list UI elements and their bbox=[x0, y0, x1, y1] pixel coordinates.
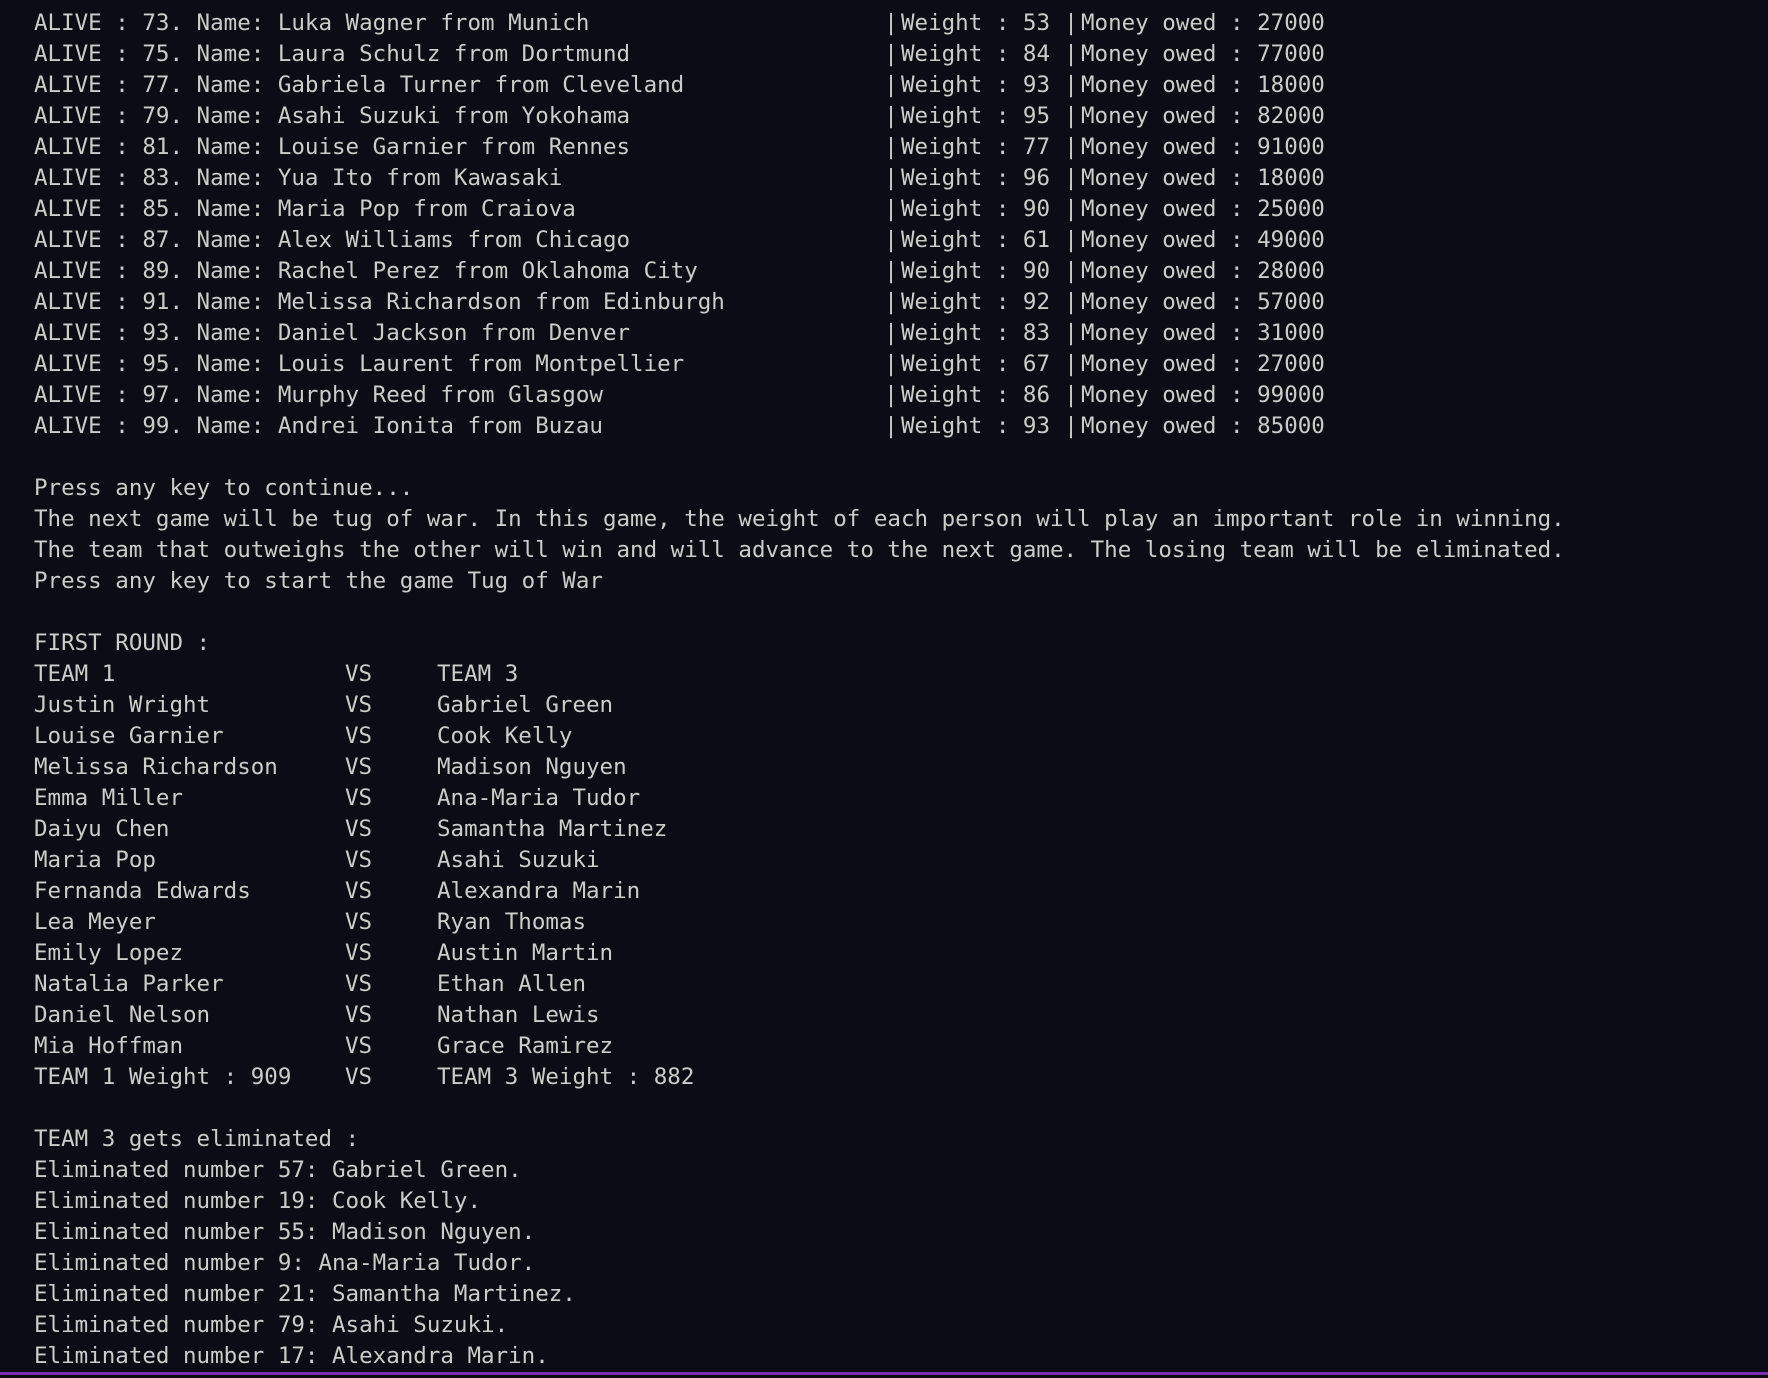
window-bottom-border bbox=[0, 1372, 1768, 1375]
matchup-row: Justin Wright VS Gabriel Green bbox=[34, 692, 614, 718]
alive-row: ALIVE : 83. Name: Yua Ito from Kawasaki |… bbox=[34, 165, 1325, 191]
matchup-row: Melissa Richardson VS Madison Nguyen bbox=[34, 754, 627, 780]
continue-prompt: Press any key to continue... bbox=[34, 475, 414, 501]
alive-row: ALIVE : 73. Name: Luka Wagner from Munic… bbox=[34, 10, 1325, 36]
matchup-row: Daniel Nelson VS Nathan Lewis bbox=[34, 1002, 600, 1028]
eliminated-entry: Eliminated number 9: Ana-Maria Tudor. bbox=[34, 1250, 536, 1276]
terminal-window[interactable]: ALIVE : 73. Name: Luka Wagner from Munic… bbox=[0, 0, 1768, 1375]
alive-row: ALIVE : 95. Name: Louis Laurent from Mon… bbox=[34, 351, 1325, 377]
alive-row: ALIVE : 75. Name: Laura Schulz from Dort… bbox=[34, 41, 1325, 67]
matchup-row: Fernanda Edwards VS Alexandra Marin bbox=[34, 878, 641, 904]
game-description: The next game will be tug of war. In thi… bbox=[34, 506, 1565, 532]
alive-row: ALIVE : 93. Name: Daniel Jackson from De… bbox=[34, 320, 1325, 346]
matchup-row: Emma Miller VS Ana-Maria Tudor bbox=[34, 785, 641, 811]
game-messages: Press any key to continue... The next ga… bbox=[34, 473, 1768, 597]
team-weight-row: TEAM 1 Weight : 909 VS TEAM 3 Weight : 882 bbox=[34, 1064, 695, 1090]
eliminated-entry: Eliminated number 17: Alexandra Marin. bbox=[34, 1343, 549, 1369]
elimination-title: TEAM 3 gets eliminated : bbox=[34, 1126, 360, 1152]
matchup-row: TEAM 1 VS TEAM 3 bbox=[34, 661, 519, 687]
alive-row: ALIVE : 99. Name: Andrei Ionita from Buz… bbox=[34, 413, 1325, 439]
eliminated-entry: Eliminated number 79: Asahi Suzuki. bbox=[34, 1312, 509, 1338]
alive-row: ALIVE : 79. Name: Asahi Suzuki from Yoko… bbox=[34, 103, 1325, 129]
alive-row: ALIVE : 77. Name: Gabriela Turner from C… bbox=[34, 72, 1325, 98]
matchup-row: Lea Meyer VS Ryan Thomas bbox=[34, 909, 587, 935]
eliminated-entry: Eliminated number 55: Madison Nguyen. bbox=[34, 1219, 536, 1245]
alive-row: ALIVE : 97. Name: Murphy Reed from Glasg… bbox=[34, 382, 1325, 408]
alive-list: ALIVE : 73. Name: Luka Wagner from Munic… bbox=[34, 8, 1768, 442]
alive-row: ALIVE : 85. Name: Maria Pop from Craiova… bbox=[34, 196, 1325, 222]
start-prompt: Press any key to start the game Tug of W… bbox=[34, 568, 603, 594]
round-title: FIRST ROUND : bbox=[34, 630, 211, 656]
alive-row: ALIVE : 81. Name: Louise Garnier from Re… bbox=[34, 134, 1325, 160]
eliminated-entry: Eliminated number 57: Gabriel Green. bbox=[34, 1157, 522, 1183]
eliminated-entry: Eliminated number 19: Cook Kelly. bbox=[34, 1188, 482, 1214]
elimination-section: TEAM 3 gets eliminated : Eliminated numb… bbox=[34, 1124, 1768, 1372]
eliminated-entry: Eliminated number 21: Samantha Martinez. bbox=[34, 1281, 576, 1307]
alive-row: ALIVE : 89. Name: Rachel Perez from Okla… bbox=[34, 258, 1325, 284]
round-section: FIRST ROUND : TEAM 1 VS TEAM 3 Justin Wrig… bbox=[34, 628, 1768, 1093]
alive-row: ALIVE : 87. Name: Alex Williams from Chi… bbox=[34, 227, 1325, 253]
matchup-row: Emily Lopez VS Austin Martin bbox=[34, 940, 614, 966]
matchup-row: Mia Hoffman VS Grace Ramirez bbox=[34, 1033, 614, 1059]
matchup-row: Louise Garnier VS Cook Kelly bbox=[34, 723, 573, 749]
game-description: The team that outweighs the other will w… bbox=[34, 537, 1565, 563]
matchup-row: Maria Pop VS Asahi Suzuki bbox=[34, 847, 600, 873]
alive-row: ALIVE : 91. Name: Melissa Richardson fro… bbox=[34, 289, 1325, 315]
matchup-row: Natalia Parker VS Ethan Allen bbox=[34, 971, 587, 997]
matchup-row: Daiyu Chen VS Samantha Martinez bbox=[34, 816, 668, 842]
